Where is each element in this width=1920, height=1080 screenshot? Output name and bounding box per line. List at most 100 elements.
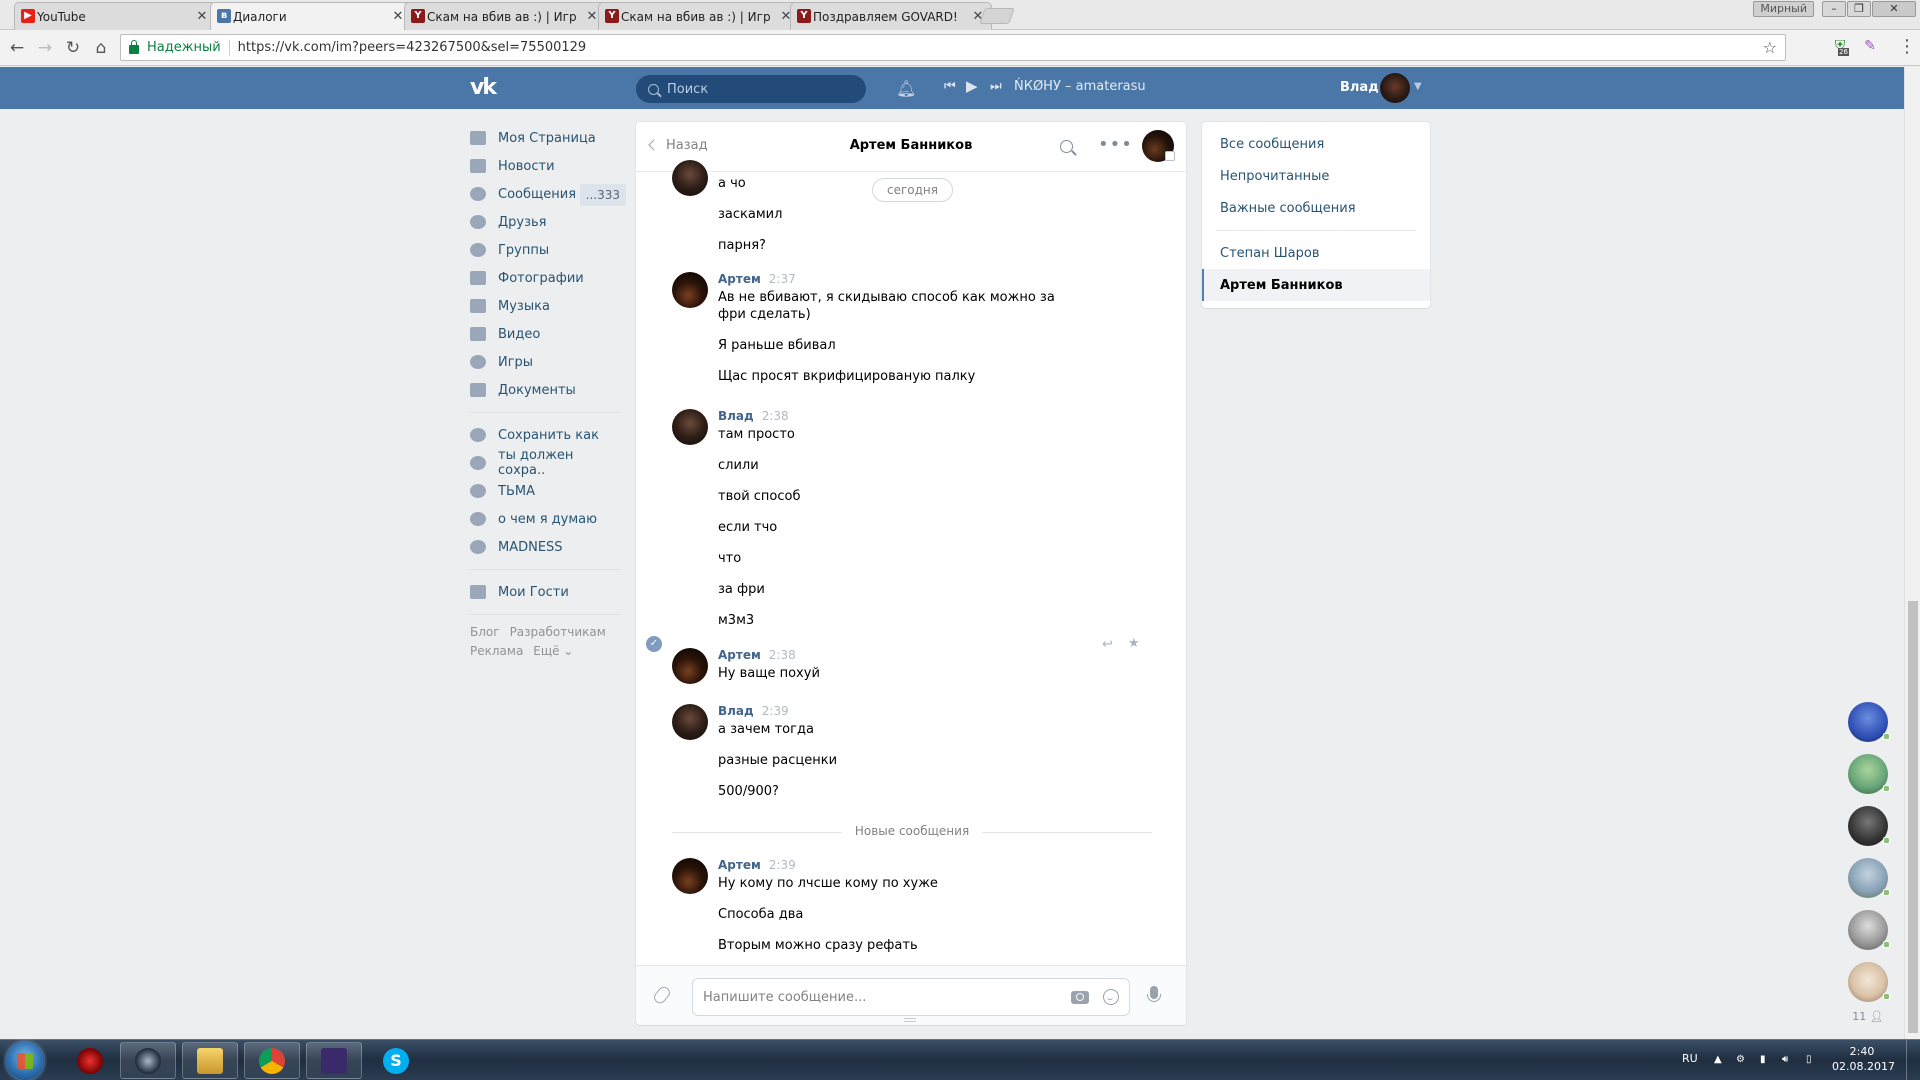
taskbar-app-calc[interactable] — [306, 1042, 362, 1079]
profile-button[interactable]: Мирный — [1753, 1, 1814, 17]
next-track-icon[interactable]: ⏭ — [990, 79, 1002, 94]
footer-link-developers[interactable]: Разработчикам — [510, 625, 606, 639]
bookmark-star-icon[interactable]: ☆ — [1763, 38, 1777, 57]
star-icon[interactable]: ★ — [1128, 636, 1140, 651]
avatar[interactable] — [672, 272, 708, 308]
reload-icon[interactable]: ↻ — [62, 37, 84, 59]
menu-item-games[interactable]: Игры — [470, 348, 620, 376]
taskbar-app-red[interactable] — [62, 1042, 118, 1079]
search-box[interactable] — [636, 75, 866, 103]
menu-item-group-5[interactable]: MADNESS — [470, 533, 620, 561]
microphone-icon[interactable] — [1147, 986, 1161, 1002]
author-name[interactable]: Артем — [718, 858, 761, 872]
battery-icon[interactable]: ▯ — [1806, 1054, 1818, 1066]
page-scrollbar[interactable] — [1904, 67, 1920, 1039]
filter-all-messages[interactable]: Все сообщения — [1202, 128, 1430, 160]
browser-menu-icon[interactable]: ⋮ — [1898, 38, 1916, 56]
windows-start-icon[interactable] — [6, 1042, 44, 1080]
friend-avatar[interactable] — [1848, 910, 1890, 950]
tab-scam-2[interactable]: Y Скам на вбив ав :) | Игр ✕ — [598, 2, 800, 30]
filter-important[interactable]: Важные сообщения — [1202, 192, 1430, 224]
extension-shield-icon[interactable]: ⛨ 26 — [1830, 38, 1850, 58]
close-icon[interactable]: ✕ — [195, 9, 209, 24]
author-name[interactable]: Артем — [718, 272, 761, 286]
taskbar-app-skype[interactable]: S — [368, 1042, 424, 1079]
network-icon[interactable]: ▮ — [1760, 1054, 1772, 1066]
tray-expand-icon[interactable]: ▲ — [1714, 1054, 1726, 1066]
menu-item-documents[interactable]: Документы — [470, 376, 620, 404]
show-desktop-button[interactable] — [1906, 1040, 1920, 1080]
back-arrow-icon[interactable]: ← — [6, 37, 28, 59]
minimize-icon[interactable]: – — [1822, 1, 1846, 17]
forward-arrow-icon[interactable]: → — [34, 37, 56, 59]
message-author[interactable]: Влад 2:39 — [718, 704, 789, 718]
dialog-artem[interactable]: Артем Банников — [1202, 269, 1430, 301]
emoji-icon[interactable] — [1103, 989, 1119, 1005]
extension-feather-icon[interactable]: ✎ — [1860, 38, 1880, 58]
user-avatar[interactable] — [1380, 73, 1410, 103]
message-author[interactable]: Артем 2:37 — [718, 272, 796, 286]
previous-track-icon[interactable]: ⏮ — [944, 79, 956, 94]
tab-scam-1[interactable]: Y Скам на вбив ав :) | Игр ✕ — [404, 2, 606, 30]
menu-item-group-4[interactable]: о чем я думаю — [470, 505, 620, 533]
play-icon[interactable]: ▶ — [966, 77, 978, 95]
friend-avatar[interactable] — [1848, 806, 1890, 846]
menu-item-messages[interactable]: Сообщения ...333 — [470, 180, 626, 208]
message-input-box[interactable] — [692, 978, 1130, 1016]
close-window-icon[interactable]: ✕ — [1872, 1, 1916, 17]
home-icon[interactable]: ⌂ — [90, 37, 112, 59]
chevron-down-icon[interactable]: ▼ — [1414, 81, 1422, 92]
taskbar-app-steam[interactable] — [120, 1042, 176, 1079]
avatar[interactable] — [672, 704, 708, 740]
scrollbar-thumb[interactable] — [1908, 601, 1918, 1033]
author-name[interactable]: Артем — [718, 648, 761, 662]
filter-unread[interactable]: Непрочитанные — [1202, 160, 1430, 192]
camera-icon[interactable] — [1071, 990, 1089, 1004]
taskbar-app-explorer[interactable] — [182, 1042, 238, 1079]
friend-avatar[interactable] — [1848, 962, 1890, 1002]
message-history[interactable]: а чо заскамил парня? сегодня Артем 2:37 А… — [636, 160, 1186, 965]
menu-item-group-3[interactable]: ТЬМА — [470, 477, 620, 505]
user-name[interactable]: Влад — [1340, 80, 1379, 95]
avatar[interactable] — [672, 648, 708, 684]
footer-link-blog[interactable]: Блог — [470, 625, 500, 639]
url-text[interactable]: https://vk.com/im?peers=423267500&sel=75… — [238, 40, 587, 55]
tab-dialogs[interactable]: в Диалоги ✕ — [210, 2, 412, 30]
new-tab-button[interactable] — [979, 8, 1015, 24]
menu-item-music[interactable]: Музыка — [470, 292, 620, 320]
more-dots-icon[interactable]: ••• — [1098, 134, 1133, 155]
paperclip-icon[interactable] — [651, 984, 673, 1006]
bell-icon[interactable]: 🔔︎ — [896, 79, 916, 98]
message-author[interactable]: Артем 2:39 — [718, 858, 796, 872]
menu-item-video[interactable]: Видео — [470, 320, 620, 348]
reply-icon[interactable]: ↩ — [1102, 637, 1113, 652]
tab-youtube[interactable]: ▶ YouTube ✕ — [14, 2, 216, 30]
tab-congrats[interactable]: Y Поздравляем GOVARD! ✕ — [790, 2, 992, 30]
maximize-icon[interactable]: ❐ — [1847, 1, 1871, 17]
language-indicator[interactable]: RU — [1682, 1052, 1698, 1065]
tray-steam-icon[interactable]: ⚙ — [1736, 1054, 1748, 1066]
menu-item-my-page[interactable]: Моя Страница — [470, 124, 620, 152]
footer-link-more[interactable]: Ещё ⌄ — [533, 644, 573, 658]
address-bar[interactable]: Надежный https://vk.com/im?peers=4232675… — [120, 34, 1786, 61]
friends-count[interactable]: 11 👤︎ — [1842, 1010, 1894, 1023]
menu-item-my-guests[interactable]: Мои Гости — [470, 578, 620, 606]
close-icon[interactable]: ✕ — [585, 9, 599, 24]
friend-avatar[interactable] — [1848, 754, 1890, 794]
author-name[interactable]: Влад — [718, 704, 754, 718]
resize-grip-icon[interactable] — [904, 1018, 916, 1022]
volume-icon[interactable]: 🔊︎ — [1782, 1054, 1794, 1066]
vk-logo-icon[interactable]: vk — [470, 77, 504, 99]
close-icon[interactable]: ✕ — [391, 9, 405, 24]
menu-item-group-2[interactable]: ты должен сохра.. — [470, 448, 620, 478]
peer-avatar[interactable] — [1142, 130, 1175, 162]
search-icon[interactable] — [1060, 140, 1073, 153]
menu-item-news[interactable]: Новости — [470, 152, 620, 180]
search-input[interactable] — [667, 81, 847, 97]
avatar[interactable] — [672, 160, 708, 196]
author-name[interactable]: Влад — [718, 409, 754, 423]
taskbar-app-chrome[interactable] — [244, 1042, 300, 1079]
friend-avatar[interactable] — [1848, 702, 1890, 742]
selected-check-icon[interactable]: ✓ — [646, 636, 662, 652]
system-clock[interactable]: 2:40 02.08.2017 — [1832, 1044, 1895, 1074]
